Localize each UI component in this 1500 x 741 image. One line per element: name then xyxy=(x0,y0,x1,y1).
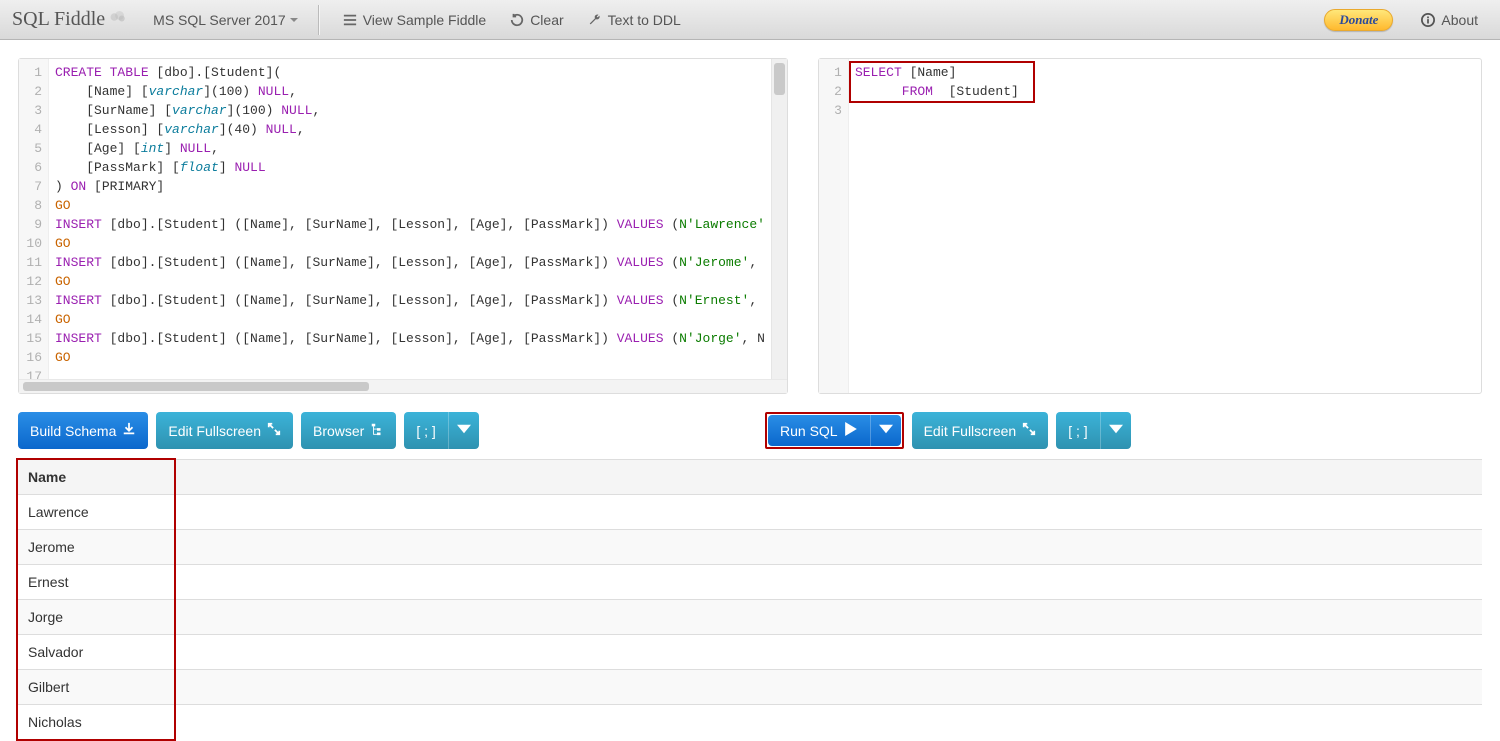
donate-button[interactable]: Donate xyxy=(1324,9,1393,31)
results-body: LawrenceJeromeErnestJorgeSalvadorGilbert… xyxy=(18,495,1482,740)
navbar: SQL Fiddle MS SQL Server 2017 View Sampl… xyxy=(0,0,1500,40)
download-icon xyxy=(122,422,136,439)
nav-clear[interactable]: Clear xyxy=(500,0,573,40)
build-schema-button[interactable]: Build Schema xyxy=(18,412,148,449)
table-row: Ernest xyxy=(18,565,1482,600)
play-icon xyxy=(844,422,858,439)
nav-divider xyxy=(318,5,319,35)
browser-button[interactable]: Browser xyxy=(301,412,396,449)
schema-editor[interactable]: 1234567891011121314151617 CREATE TABLE [… xyxy=(19,59,787,379)
caret-down-icon xyxy=(1109,422,1123,439)
terminator-button-right[interactable]: [ ; ] xyxy=(1056,412,1099,449)
table-cell: Nicholas xyxy=(18,705,1482,740)
terminator-caret-left[interactable] xyxy=(448,412,479,449)
expand-icon xyxy=(1022,422,1036,439)
expand-icon xyxy=(267,422,281,439)
edit-fullscreen-button-right[interactable]: Edit Fullscreen xyxy=(912,412,1049,449)
tree-icon xyxy=(370,422,384,439)
query-gutter: 123 xyxy=(819,59,849,393)
brand[interactable]: SQL Fiddle xyxy=(12,8,139,32)
scrollbar-horizontal[interactable] xyxy=(19,379,787,393)
list-icon xyxy=(343,13,357,27)
query-pane: 123 SELECT [Name] FROM [Student] xyxy=(818,58,1482,394)
terminator-group-right: [ ; ] xyxy=(1056,412,1130,449)
schema-pane: 1234567891011121314151617 CREATE TABLE [… xyxy=(18,58,788,394)
nav-text-to-ddl[interactable]: Text to DDL xyxy=(578,0,691,40)
table-cell: Salvador xyxy=(18,635,1482,670)
terminator-caret-right[interactable] xyxy=(1100,412,1131,449)
results-column-header: Name xyxy=(18,460,1482,495)
brand-text: SQL Fiddle xyxy=(12,8,105,31)
table-cell: Ernest xyxy=(18,565,1482,600)
caret-down-icon xyxy=(457,422,471,439)
terminator-button-left[interactable]: [ ; ] xyxy=(404,412,447,449)
run-sql-button[interactable]: Run SQL xyxy=(768,415,870,446)
table-row: Jerome xyxy=(18,530,1482,565)
caret-down-icon xyxy=(879,422,893,439)
edit-fullscreen-button-left[interactable]: Edit Fullscreen xyxy=(156,412,293,449)
table-cell: Jerome xyxy=(18,530,1482,565)
highlight-run-sql: Run SQL xyxy=(765,412,904,449)
results-table: Name LawrenceJeromeErnestJorgeSalvadorGi… xyxy=(18,459,1482,739)
query-editor[interactable]: 123 SELECT [Name] FROM [Student] xyxy=(819,59,1481,393)
nav-about[interactable]: About xyxy=(1411,0,1488,40)
query-toolbar: Run SQL Edit Fullscreen [ ; ] xyxy=(765,412,1482,449)
table-row: Gilbert xyxy=(18,670,1482,705)
table-cell: Gilbert xyxy=(18,670,1482,705)
results-header-row: Name xyxy=(18,460,1482,495)
table-row: Nicholas xyxy=(18,705,1482,740)
db-engine-select[interactable]: MS SQL Server 2017 xyxy=(143,0,304,40)
table-cell: Jorge xyxy=(18,600,1482,635)
scrollbar-vertical[interactable] xyxy=(771,59,787,379)
schema-code[interactable]: CREATE TABLE [dbo].[Student]( [Name] [va… xyxy=(49,59,771,379)
wrench-icon xyxy=(588,13,602,27)
schema-toolbar: Build Schema Edit Fullscreen Browser [ ;… xyxy=(18,412,735,449)
nav-view-sample[interactable]: View Sample Fiddle xyxy=(333,0,496,40)
query-code[interactable]: SELECT [Name] FROM [Student] xyxy=(849,59,1481,393)
db-engine-label: MS SQL Server 2017 xyxy=(153,12,286,28)
table-cell: Lawrence xyxy=(18,495,1482,530)
brand-icon xyxy=(109,8,127,32)
run-sql-caret[interactable] xyxy=(870,415,901,446)
schema-gutter: 1234567891011121314151617 xyxy=(19,59,49,379)
table-row: Salvador xyxy=(18,635,1482,670)
run-sql-group: Run SQL xyxy=(768,415,901,446)
table-row: Lawrence xyxy=(18,495,1482,530)
table-row: Jorge xyxy=(18,600,1482,635)
results-area: Name LawrenceJeromeErnestJorgeSalvadorGi… xyxy=(18,459,1482,739)
info-icon xyxy=(1421,13,1435,27)
terminator-group-left: [ ; ] xyxy=(404,412,478,449)
refresh-icon xyxy=(510,13,524,27)
